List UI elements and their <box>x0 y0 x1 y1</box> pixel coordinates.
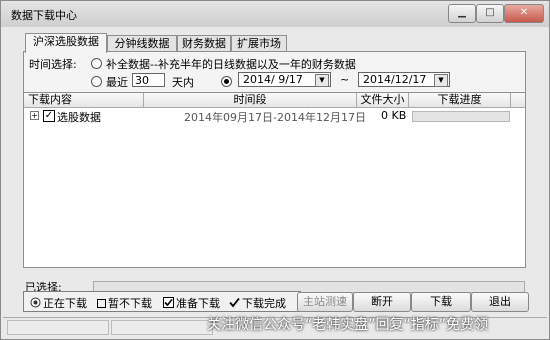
checked-box-icon[interactable]: ✓ <box>43 110 55 122</box>
title-bar[interactable]: 数据下载中心 ▁ □ ✕ <box>1 1 549 27</box>
header-progress[interactable]: 下载进度 <box>409 93 511 107</box>
recent-days-input[interactable]: 30 <box>132 73 165 87</box>
table-row[interactable]: + ✓ 选股数据 2014年09月17日-2014年12月17日 0 KB <box>24 108 525 124</box>
tab-extended-market[interactable]: 扩展市场 <box>231 35 287 52</box>
radio-recent-days[interactable] <box>91 76 102 87</box>
status-legend: 正在下载 暂不下载 准备下载 下载完成 <box>23 291 301 312</box>
row-content-name: 选股数据 <box>57 111 101 124</box>
row-progress-bar <box>412 111 510 122</box>
legend-done: 下载完成 <box>229 295 286 311</box>
legend-skip-label: 暂不下载 <box>108 297 152 310</box>
start-date-picker[interactable]: 2014/ 9/17 ▼ <box>238 72 331 87</box>
chevron-down-icon[interactable]: ▼ <box>315 74 329 87</box>
status-cell <box>7 320 109 335</box>
watermark-text: 关注微信公众号“老韩实盘”回复“指标”免费领 <box>207 317 489 333</box>
tab-stock-data[interactable]: 沪深选股数据 <box>25 33 107 53</box>
window-title: 数据下载中心 <box>11 9 77 22</box>
chevron-down-icon[interactable]: ▼ <box>434 74 448 87</box>
download-list: 下载内容 时间段 文件大小 下载进度 + ✓ 选股数据 2014年09月17日-… <box>23 92 526 268</box>
header-period[interactable]: 时间段 <box>144 93 357 107</box>
status-cell <box>111 320 213 335</box>
time-select-panel: 时间选择: 补全数据--补充半年的日线数据以及一年的财务数据 最近 30 天内 … <box>23 51 526 96</box>
checked-box-icon <box>163 297 174 311</box>
start-date-value: 2014/ 9/17 <box>243 73 303 86</box>
disconnect-button[interactable]: 断开 <box>353 292 411 312</box>
header-size[interactable]: 文件大小 <box>357 93 409 107</box>
date-range-separator: ~ <box>340 73 350 86</box>
legend-done-label: 下载完成 <box>242 297 286 310</box>
checkmark-icon <box>229 297 240 311</box>
end-date-picker[interactable]: 2014/12/17 ▼ <box>358 72 450 87</box>
expand-icon[interactable]: + <box>30 111 39 120</box>
main-station-speed-test-button[interactable]: 主站测速 <box>297 292 353 312</box>
legend-ready: 准备下载 <box>163 295 220 311</box>
header-content[interactable]: 下载内容 <box>24 93 144 107</box>
unchecked-box-icon <box>97 299 106 308</box>
maximize-button[interactable]: □ <box>476 4 504 23</box>
legend-ready-label: 准备下载 <box>176 297 220 310</box>
downloading-icon <box>30 297 41 311</box>
tab-minute-data[interactable]: 分钟线数据 <box>107 35 177 52</box>
recent-unit-label: 天内 <box>172 76 194 89</box>
time-select-label: 时间选择: <box>29 58 77 71</box>
radio-date-range[interactable] <box>221 76 232 87</box>
full-data-option-label: 补全数据--补充半年的日线数据以及一年的财务数据 <box>106 58 356 71</box>
row-size: 0 KB <box>381 109 407 122</box>
end-date-value: 2014/12/17 <box>363 73 427 86</box>
minimize-button[interactable]: ▁ <box>448 4 476 23</box>
download-center-window: 数据下载中心 ▁ □ ✕ 沪深选股数据 分钟线数据 财务数据 扩展市场 时间选择… <box>0 0 550 340</box>
legend-downloading-label: 正在下载 <box>43 297 87 310</box>
legend-skip: 暂不下载 <box>97 295 152 311</box>
download-button[interactable]: 下载 <box>411 292 471 312</box>
radio-full-data[interactable] <box>91 58 102 69</box>
legend-downloading: 正在下载 <box>30 295 87 311</box>
list-header: 下载内容 时间段 文件大小 下载进度 <box>24 93 525 108</box>
tab-financial-data[interactable]: 财务数据 <box>177 35 231 52</box>
close-button[interactable]: ✕ <box>504 4 544 23</box>
recent-label: 最近 <box>106 76 128 89</box>
row-period: 2014年09月17日-2014年12月17日 <box>184 111 366 124</box>
exit-button[interactable]: 退出 <box>471 292 529 312</box>
